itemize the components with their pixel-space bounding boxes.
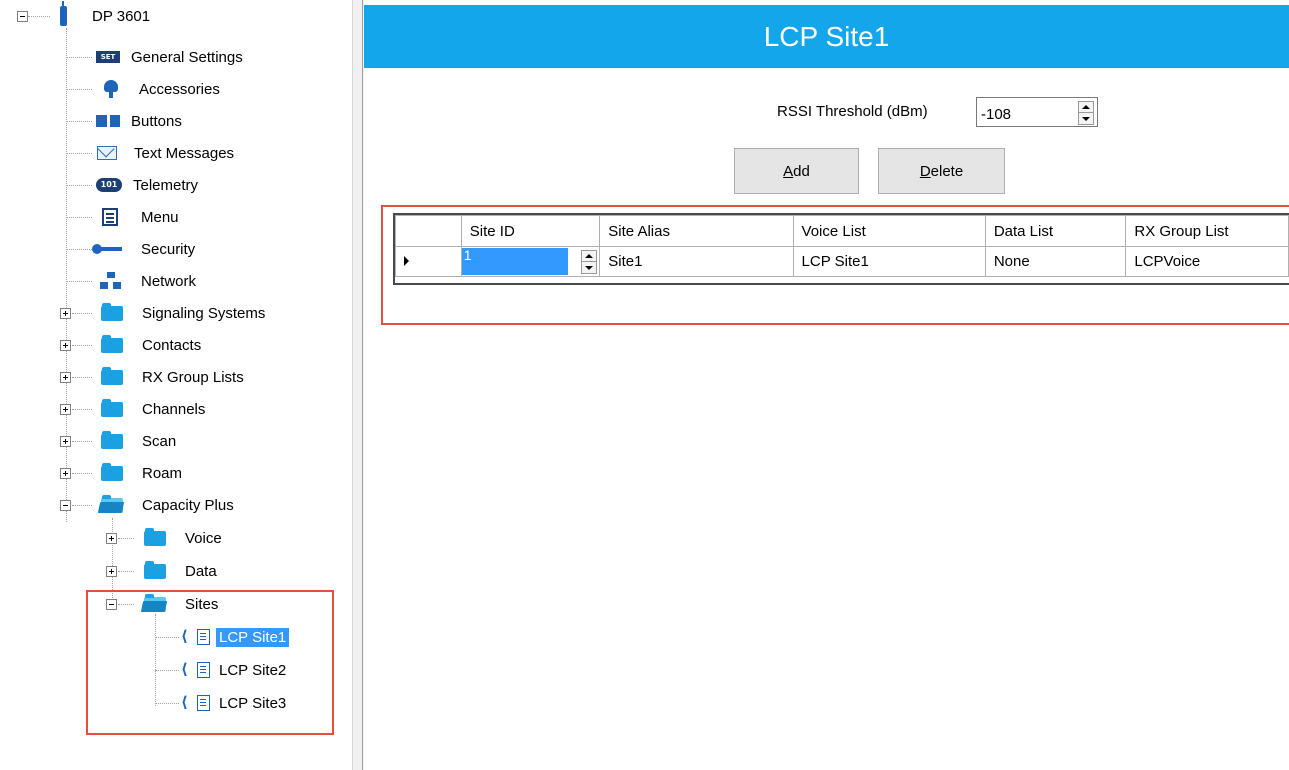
tree-item-label: Capacity Plus [142,496,234,514]
tree-root[interactable]: DP 3601 [60,1,153,29]
highlight-box-sites [86,590,334,735]
tree-item-capacity-plus[interactable]: Capacity Plus [101,492,237,518]
tree-item-security[interactable]: Security [92,236,198,262]
rssi-threshold-spinbox[interactable]: -108 [976,97,1098,127]
tree-item-telemetry[interactable]: 101 Telemetry [96,172,201,198]
folder-icon [101,366,123,385]
row-selector[interactable] [395,246,462,277]
add-accelerator: A [783,162,794,180]
buttons-icon [96,115,120,127]
tree-item-text-messages[interactable]: Text Messages [97,140,237,166]
expand-icon[interactable] [60,340,71,351]
tree-item-label: Text Messages [134,144,235,162]
content-pane: LCP Site1 RSSI Threshold (dBm) -108 Add … [364,0,1289,770]
folder-icon [101,398,123,417]
folder-icon [101,334,123,353]
tree-item-roam[interactable]: Roam [101,460,185,486]
folder-icon [144,527,166,546]
folder-icon [101,430,123,449]
tree-item-channels[interactable]: Channels [101,396,208,422]
spinner-icon[interactable] [581,250,598,274]
column-header-site-alias[interactable]: Site Alias [599,215,794,247]
column-header-site-id[interactable]: Site ID [460,215,601,247]
tree-item-buttons[interactable]: Buttons [96,108,185,134]
tree-item-scan[interactable]: Scan [101,428,179,454]
add-label: dd [793,162,810,180]
grid-header-row: Site ID Site Alias Voice List Data List … [395,215,1289,247]
column-header-voice-list[interactable]: Voice List [792,215,986,247]
accessory-icon [104,80,118,98]
tree-item-label: Telemetry [133,176,199,194]
rssi-threshold-value: -108 [981,106,1012,123]
expand-icon[interactable] [106,533,117,544]
tree-item-menu[interactable]: Menu [102,204,182,230]
folder-icon [144,560,166,579]
collapse-icon[interactable] [17,11,28,22]
settings-icon: SET [96,51,120,63]
site-id-value[interactable]: 1 [461,248,568,275]
folder-icon [101,462,123,481]
key-icon [92,244,122,254]
collapse-icon[interactable] [60,500,71,511]
spinner-icon[interactable] [1078,101,1094,125]
voice-list-cell[interactable]: LCP Site1 [792,246,986,277]
folder-icon [101,302,123,321]
network-icon [100,272,122,290]
tree-item-contacts[interactable]: Contacts [101,332,204,358]
current-row-icon [404,256,409,266]
tree-item-label: Roam [142,464,183,482]
delete-label: elete [930,162,964,180]
tree-item-label: Scan [142,432,177,450]
expand-icon[interactable] [60,468,71,479]
tree-item-label: Menu [141,208,179,226]
tree-item-label: Buttons [131,112,182,130]
tree-item-network[interactable]: Network [100,268,199,294]
expand-icon[interactable] [60,372,71,383]
envelope-icon [97,146,117,160]
sites-grid[interactable]: Site ID Site Alias Voice List Data List … [393,213,1289,285]
tree-item-label: General Settings [131,48,243,66]
page-title: LCP Site1 [364,5,1289,68]
delete-accelerator: D [919,162,931,180]
navigation-tree: DP 3601 SET General Settings Accessories… [0,0,352,770]
expand-icon[interactable] [106,566,117,577]
tree-item-accessories[interactable]: Accessories [104,76,223,102]
add-button[interactable]: Add [734,148,859,194]
site-alias-cell[interactable]: Site1 [599,246,794,277]
delete-button[interactable]: Delete [878,148,1005,194]
tree-item-label: RX Group Lists [142,368,244,386]
tree-item-label: Data [185,562,217,580]
expand-icon[interactable] [60,308,71,319]
site-id-cell[interactable]: 1 [460,246,601,277]
rx-group-list-cell[interactable]: LCPVoice [1125,246,1289,277]
tree-item-label: Contacts [142,336,202,354]
tree-item-label: Security [141,240,196,258]
tree-item-label: Signaling Systems [142,304,266,322]
table-row[interactable]: 1 Site1 LCP Site1 None LCPVoice [395,246,1289,277]
rssi-threshold-label: RSSI Threshold (dBm) [777,103,928,120]
tree-item-label: Voice [185,529,222,547]
tree-item-rx-group-lists[interactable]: RX Group Lists [101,364,247,390]
tree-item-general-settings[interactable]: SET General Settings [96,44,246,70]
open-folder-icon [101,494,123,513]
row-header-corner [395,215,462,247]
data-list-cell[interactable]: None [984,246,1127,277]
expand-icon[interactable] [60,436,71,447]
tree-item-signaling-systems[interactable]: Signaling Systems [101,300,268,326]
tree-root-label: DP 3601 [92,7,151,25]
menu-icon [102,208,118,226]
tree-item-label: Network [141,272,197,290]
tree-item-data[interactable]: Data [144,558,220,584]
column-header-rx-group-list[interactable]: RX Group List [1125,215,1289,247]
column-header-data-list[interactable]: Data List [984,215,1127,247]
expand-icon[interactable] [60,404,71,415]
tree-item-voice[interactable]: Voice [144,525,225,551]
tree-item-label: Accessories [139,80,220,98]
tree-item-label: Channels [142,400,206,418]
telemetry-icon: 101 [96,178,122,192]
radio-icon [60,1,67,26]
